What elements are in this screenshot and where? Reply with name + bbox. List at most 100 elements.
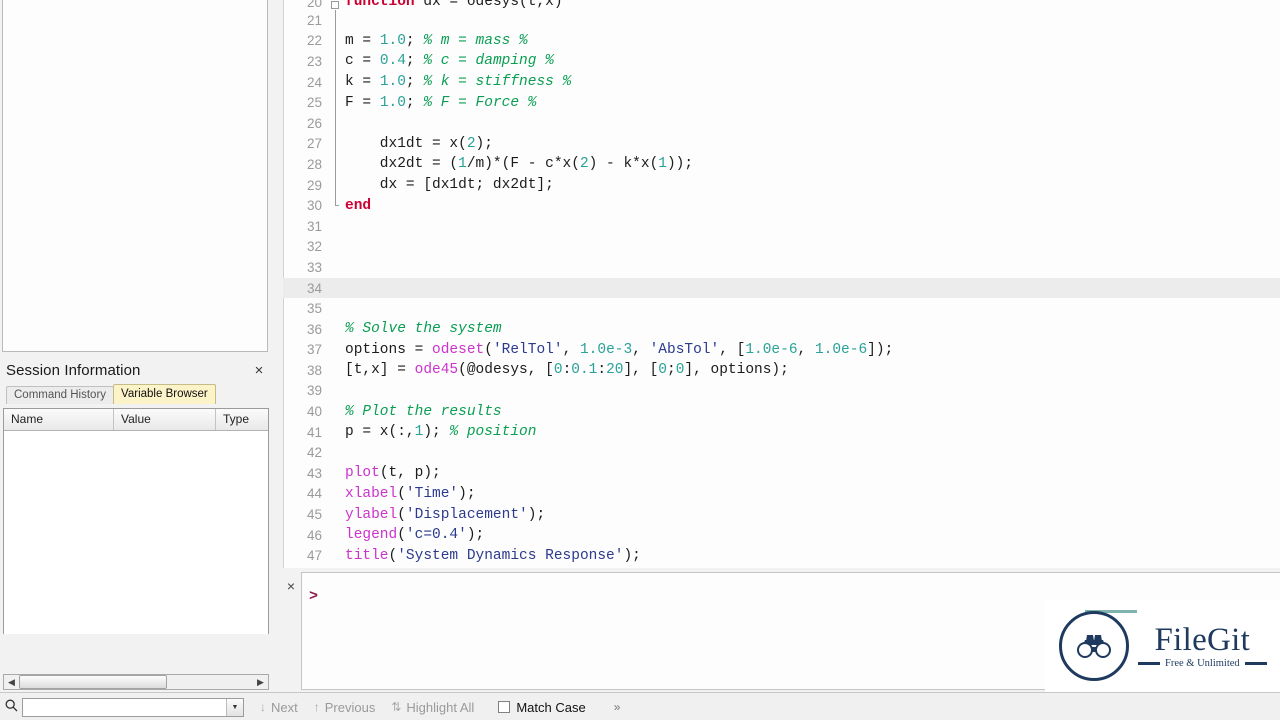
fold-guide-line — [335, 154, 336, 175]
code-line[interactable]: 42 — [283, 442, 1280, 463]
tagline-dash-right — [1244, 662, 1267, 665]
command-window-close-icon[interactable]: × — [283, 578, 299, 594]
code-token: title — [345, 547, 389, 564]
find-previous-button[interactable]: ↑ Previous — [314, 700, 376, 715]
tab-variable-browser[interactable]: Variable Browser — [113, 384, 216, 404]
code-line[interactable]: 34 — [283, 277, 1280, 299]
code-fold-column[interactable] — [331, 422, 343, 443]
code-line[interactable]: 24 k = 1.0; % k = stiffness % — [283, 71, 1280, 93]
code-line[interactable]: 25 F = 1.0; % F = Force % — [283, 92, 1280, 113]
highlight-all-label: Highlight All — [406, 699, 475, 715]
code-line[interactable]: 46 legend('c=0.4'); — [283, 525, 1280, 546]
code-line[interactable]: 45 ylabel('Displacement'); — [283, 504, 1280, 525]
file-browser-panel[interactable] — [2, 0, 268, 352]
code-line[interactable]: 31 — [283, 216, 1280, 237]
code-fold-column[interactable] — [331, 504, 343, 525]
match-case-toggle[interactable]: Match Case — [498, 700, 586, 715]
code-fold-column[interactable] — [331, 51, 343, 72]
scrollbar-track[interactable] — [19, 675, 253, 689]
code-fold-column[interactable] — [331, 71, 343, 93]
code-fold-column[interactable] — [331, 195, 343, 216]
code-fold-column[interactable] — [331, 174, 343, 196]
code-token: dx = [dx1dt; dx2dt]; — [345, 177, 554, 194]
code-line[interactable]: 23 c = 0.4; % c = damping % — [283, 51, 1280, 72]
code-line[interactable]: 29 dx = [dx1dt; dx2dt]; — [283, 174, 1280, 196]
code-line[interactable]: 44 xlabel('Time'); — [283, 484, 1280, 505]
code-fold-column[interactable] — [331, 401, 343, 422]
code-line[interactable]: 47 title('System Dynamics Response'); — [283, 545, 1280, 566]
code-line[interactable]: 36 % Solve the system — [283, 319, 1280, 340]
code-fold-column[interactable] — [331, 133, 343, 155]
code-token: , [ — [719, 341, 746, 358]
close-icon[interactable]: × — [251, 363, 267, 379]
line-number: 47 — [306, 548, 322, 564]
code-fold-column[interactable] — [331, 10, 343, 31]
search-field-wrapper[interactable]: ▼ — [22, 697, 244, 717]
find-next-button[interactable]: ↓ Next — [260, 700, 298, 715]
code-fold-column[interactable] — [331, 545, 343, 566]
chevron-down-icon[interactable]: ▼ — [226, 698, 243, 716]
code-fold-column[interactable] — [331, 319, 343, 340]
code-line[interactable]: 37 options = odeset('RelTol', 1.0e-3, 'Ab… — [283, 340, 1280, 361]
code-fold-column[interactable] — [331, 237, 343, 258]
code-line[interactable]: 35 — [283, 298, 1280, 319]
code-line[interactable]: 21 — [283, 10, 1280, 31]
code-line[interactable]: 32 — [283, 237, 1280, 258]
code-line[interactable]: 41 p = x(:,1); % position — [283, 422, 1280, 443]
column-header-type[interactable]: Type — [216, 409, 268, 430]
code-line[interactable]: 39 — [283, 381, 1280, 402]
code-fold-column[interactable] — [331, 216, 343, 237]
code-fold-column[interactable] — [331, 92, 343, 113]
code-lines-container[interactable]: 20 function dx = odesys(t,x) 21 22 m = 1.0; … — [283, 0, 1280, 566]
fold-toggle-icon[interactable] — [331, 1, 339, 9]
code-fold-column[interactable] — [331, 257, 343, 278]
code-line[interactable]: 30 end — [283, 195, 1280, 216]
code-editor[interactable]: 20 function dx = odesys(t,x) 21 22 m = 1.0; … — [283, 0, 1280, 568]
fold-guide-line — [335, 51, 336, 72]
code-token: 1.0e-6 — [814, 341, 868, 358]
code-line[interactable]: 40 % Plot the results — [283, 401, 1280, 422]
match-case-checkbox[interactable] — [498, 701, 511, 713]
code-fold-column[interactable] — [331, 525, 343, 546]
session-information-header: Session Information × — [0, 360, 272, 386]
scrollbar-thumb[interactable] — [19, 675, 167, 689]
code-line[interactable]: 26 — [283, 112, 1280, 134]
column-header-name[interactable]: Name — [4, 409, 114, 430]
code-fold-column[interactable] — [331, 298, 343, 319]
line-number: 44 — [306, 486, 322, 502]
code-line-text: % Solve the system — [343, 321, 1280, 337]
session-horizontal-scrollbar[interactable]: ◀ ▶ — [3, 674, 269, 690]
code-fold-column[interactable] — [331, 340, 343, 361]
tab-command-history[interactable]: Command History — [6, 386, 115, 404]
find-more-options-icon[interactable]: » — [614, 700, 621, 714]
code-fold-column[interactable] — [331, 0, 343, 10]
code-line[interactable]: 38 [t,x] = ode45(@odesys, [0:0.1:20], [0;… — [283, 360, 1280, 381]
code-fold-column[interactable] — [331, 278, 343, 299]
scroll-left-arrow-icon[interactable]: ◀ — [4, 675, 19, 689]
code-token: 1 — [458, 156, 467, 173]
code-line[interactable]: 28 dx2dt = (1/m)*(F - c*x(2) - k*x(1)); — [283, 154, 1280, 175]
code-token: 0.4 — [379, 53, 406, 70]
code-fold-column[interactable] — [331, 463, 343, 484]
column-header-value[interactable]: Value — [114, 409, 216, 430]
code-line[interactable]: 43 plot(t, p); — [283, 463, 1280, 484]
line-number: 45 — [306, 507, 322, 523]
search-input[interactable] — [23, 698, 226, 716]
highlight-all-button[interactable]: ⇅ Highlight All — [391, 700, 474, 715]
code-fold-column[interactable] — [331, 30, 343, 52]
code-fold-column[interactable] — [331, 360, 343, 381]
code-token: 0 — [658, 362, 667, 379]
variable-table-body[interactable] — [4, 431, 268, 634]
line-number: 31 — [306, 218, 322, 234]
code-fold-column[interactable] — [331, 381, 343, 402]
code-line[interactable]: 22 m = 1.0; % m = mass % — [283, 30, 1280, 52]
code-line[interactable]: 27 dx1dt = x(2); — [283, 133, 1280, 155]
code-fold-column[interactable] — [331, 154, 343, 175]
code-line[interactable]: 33 — [283, 257, 1280, 278]
code-fold-column[interactable] — [331, 484, 343, 505]
line-number: 43 — [306, 465, 322, 481]
code-fold-column[interactable] — [331, 112, 343, 134]
scroll-right-arrow-icon[interactable]: ▶ — [253, 675, 268, 689]
code-line[interactable]: 20 function dx = odesys(t,x) — [283, 0, 1280, 10]
code-fold-column[interactable] — [331, 442, 343, 463]
